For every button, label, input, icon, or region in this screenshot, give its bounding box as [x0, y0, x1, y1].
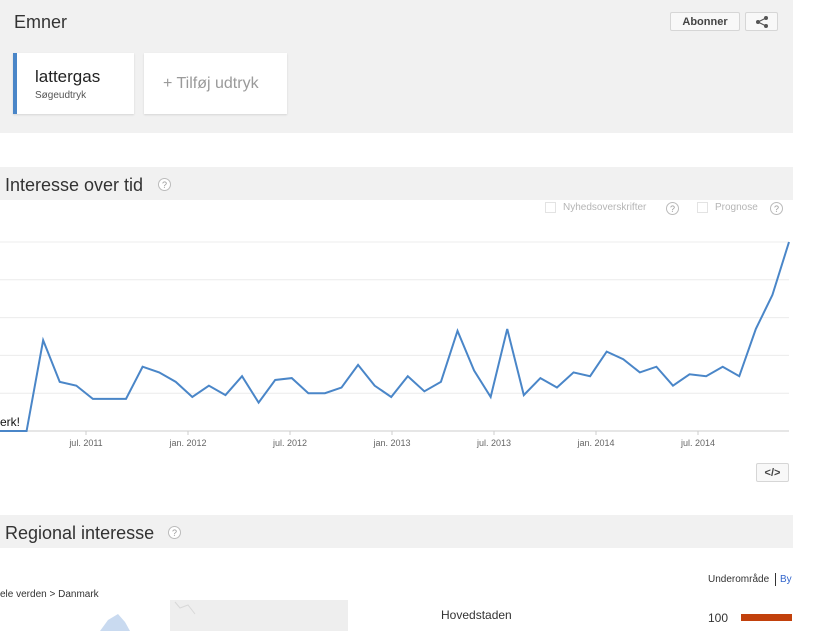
subregion-tab[interactable]: Underområde: [708, 574, 769, 585]
x-tick-label: jan. 2012: [168, 438, 206, 448]
x-tick-label: jul. 2012: [272, 438, 307, 448]
x-tick-label: jan. 2013: [372, 438, 410, 448]
region-value-bar: [741, 614, 792, 621]
embed-button[interactable]: </>: [756, 463, 789, 482]
regional-help-icon[interactable]: ?: [168, 526, 181, 539]
toggle-divider: [775, 573, 776, 586]
regional-interest-title: Regional interesse: [5, 523, 155, 543]
x-tick-label: jul. 2014: [680, 438, 715, 448]
region-name: Hovedstaden: [441, 608, 512, 622]
region-value: 100: [708, 611, 729, 625]
regional-interest-header: Regional interesse ?: [0, 515, 793, 548]
x-tick-label: jul. 2011: [68, 438, 102, 448]
interest-series-line: [0, 241, 790, 432]
chart-annotation: erk!: [0, 415, 21, 429]
x-tick-label: jan. 2014: [576, 438, 614, 448]
region-breadcrumb[interactable]: ele verden > Danmark: [0, 589, 99, 600]
city-tab[interactable]: By: [780, 574, 792, 585]
x-tick-label: jul. 2013: [476, 438, 511, 448]
denmark-map[interactable]: [100, 600, 350, 631]
interest-line-chart: jul. 2011 jan. 2012 jul. 2012 jan. 2013 jul.…: [0, 241, 790, 448]
